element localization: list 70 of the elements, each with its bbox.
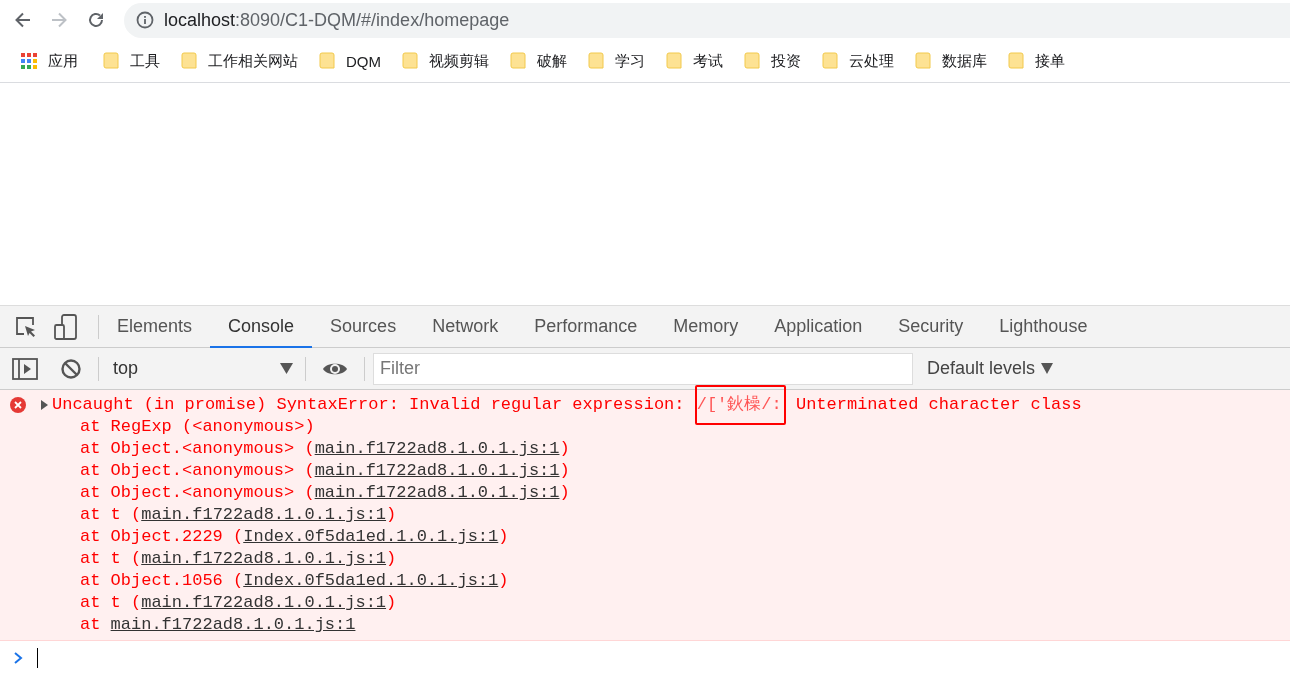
folder-icon [103, 52, 119, 70]
sidebar-toggle-icon[interactable] [12, 357, 38, 380]
bookmark[interactable]: 应用 [21, 51, 78, 71]
bookmark[interactable]: 学习 [588, 51, 645, 71]
devtools-tab[interactable]: Lighthouse [981, 306, 1106, 348]
inspect-icon[interactable] [14, 314, 38, 339]
text-cursor [37, 648, 38, 668]
levels-dropdown[interactable]: Default levels [927, 358, 1054, 379]
stack-trace-line: at main.f1722ad8.1.0.1.js:1 [79, 614, 357, 636]
folder-icon [1008, 52, 1024, 70]
dropdown-triangle-icon [280, 363, 293, 374]
devtools-tab[interactable]: Security [880, 306, 982, 348]
error-icon [10, 397, 26, 413]
bookmark[interactable]: 投资 [744, 51, 801, 71]
bookmark[interactable]: 破解 [510, 51, 567, 71]
stack-trace-line: at Object.<anonymous> (main.f1722ad8.1.0.1.js:1) [79, 482, 571, 504]
stack-trace-line: at t (main.f1722ad8.1.0.1.js:1) [79, 548, 398, 570]
source-link[interactable]: main.f1722ad8.1.0.1.js:1 [314, 461, 560, 480]
devtools-tab[interactable]: Sources [312, 306, 415, 348]
prompt-chevron-icon [14, 652, 23, 664]
device-icon[interactable] [54, 313, 78, 340]
source-link[interactable]: Index.0f5da1ed.1.0.1.js:1 [243, 571, 499, 590]
folder-icon [319, 52, 335, 70]
bookmark[interactable]: 工作相关网站 [181, 51, 298, 71]
stack-trace-line: at t (main.f1722ad8.1.0.1.js:1) [79, 504, 398, 526]
source-link[interactable]: Index.0f5da1ed.1.0.1.js:1 [243, 527, 499, 546]
source-link[interactable]: main.f1722ad8.1.0.1.js:1 [314, 483, 560, 502]
folder-icon [181, 52, 197, 70]
reload-icon[interactable] [86, 10, 106, 30]
back-icon[interactable] [14, 11, 32, 29]
stack-trace-line: at Object.<anonymous> (main.f1722ad8.1.0.1.js:1) [79, 438, 571, 460]
bookmark[interactable]: 接单 [1008, 51, 1065, 71]
bookmark[interactable]: 视频剪辑 [402, 51, 489, 71]
devtools-tab[interactable]: Network [414, 306, 517, 348]
folder-icon [510, 52, 526, 70]
expand-triangle-icon[interactable] [40, 400, 50, 410]
bookmark[interactable]: 考试 [666, 51, 723, 71]
stack-trace-line: at Object.<anonymous> (main.f1722ad8.1.0.1.js:1) [79, 460, 571, 482]
url-text: localhost:8090/C1-DQM/#/index/homepage [164, 9, 510, 31]
folder-icon [915, 52, 931, 70]
stack-trace-line: at t (main.f1722ad8.1.0.1.js:1) [79, 592, 398, 614]
source-link[interactable]: main.f1722ad8.1.0.1.js:1 [110, 615, 356, 634]
devtools-tab[interactable]: Performance [516, 306, 656, 348]
bookmark[interactable]: 工具 [103, 51, 160, 71]
devtools-tab[interactable]: Application [756, 306, 881, 348]
folder-icon [744, 52, 760, 70]
folder-icon [588, 52, 604, 70]
context-dropdown[interactable]: top [99, 358, 305, 379]
folder-icon [402, 52, 418, 70]
source-link[interactable]: main.f1722ad8.1.0.1.js:1 [314, 439, 560, 458]
devtools-tab[interactable]: Elements [99, 306, 211, 348]
dropdown-triangle-icon [1041, 363, 1054, 374]
clear-console-icon[interactable] [60, 357, 82, 380]
apps-grid-icon [21, 53, 37, 69]
bookmark[interactable]: 云处理 [822, 51, 894, 71]
stack-trace-line: at Object.2229 (Index.0f5da1ed.1.0.1.js:1) [79, 526, 510, 548]
info-icon[interactable] [136, 11, 154, 29]
folder-icon [666, 52, 682, 70]
bookmark[interactable]: 数据库 [915, 51, 987, 71]
folder-icon [822, 52, 838, 70]
source-link[interactable]: main.f1722ad8.1.0.1.js:1 [141, 549, 387, 568]
source-link[interactable]: main.f1722ad8.1.0.1.js:1 [141, 505, 387, 524]
filter-field[interactable]: Filter [373, 352, 913, 385]
address-bar[interactable]: localhost:8090/C1-DQM/#/index/homepage [124, 2, 1290, 38]
devtools-tab[interactable]: Memory [655, 306, 757, 348]
stack-trace-line: at RegExp (<anonymous>) [79, 416, 316, 438]
source-link[interactable]: main.f1722ad8.1.0.1.js:1 [141, 593, 387, 612]
bookmark[interactable]: DQM [319, 52, 381, 70]
highlight-box: /['鈥橾/: [694, 385, 786, 425]
stack-trace-line: at Object.1056 (Index.0f5da1ed.1.0.1.js:1) [79, 570, 510, 592]
